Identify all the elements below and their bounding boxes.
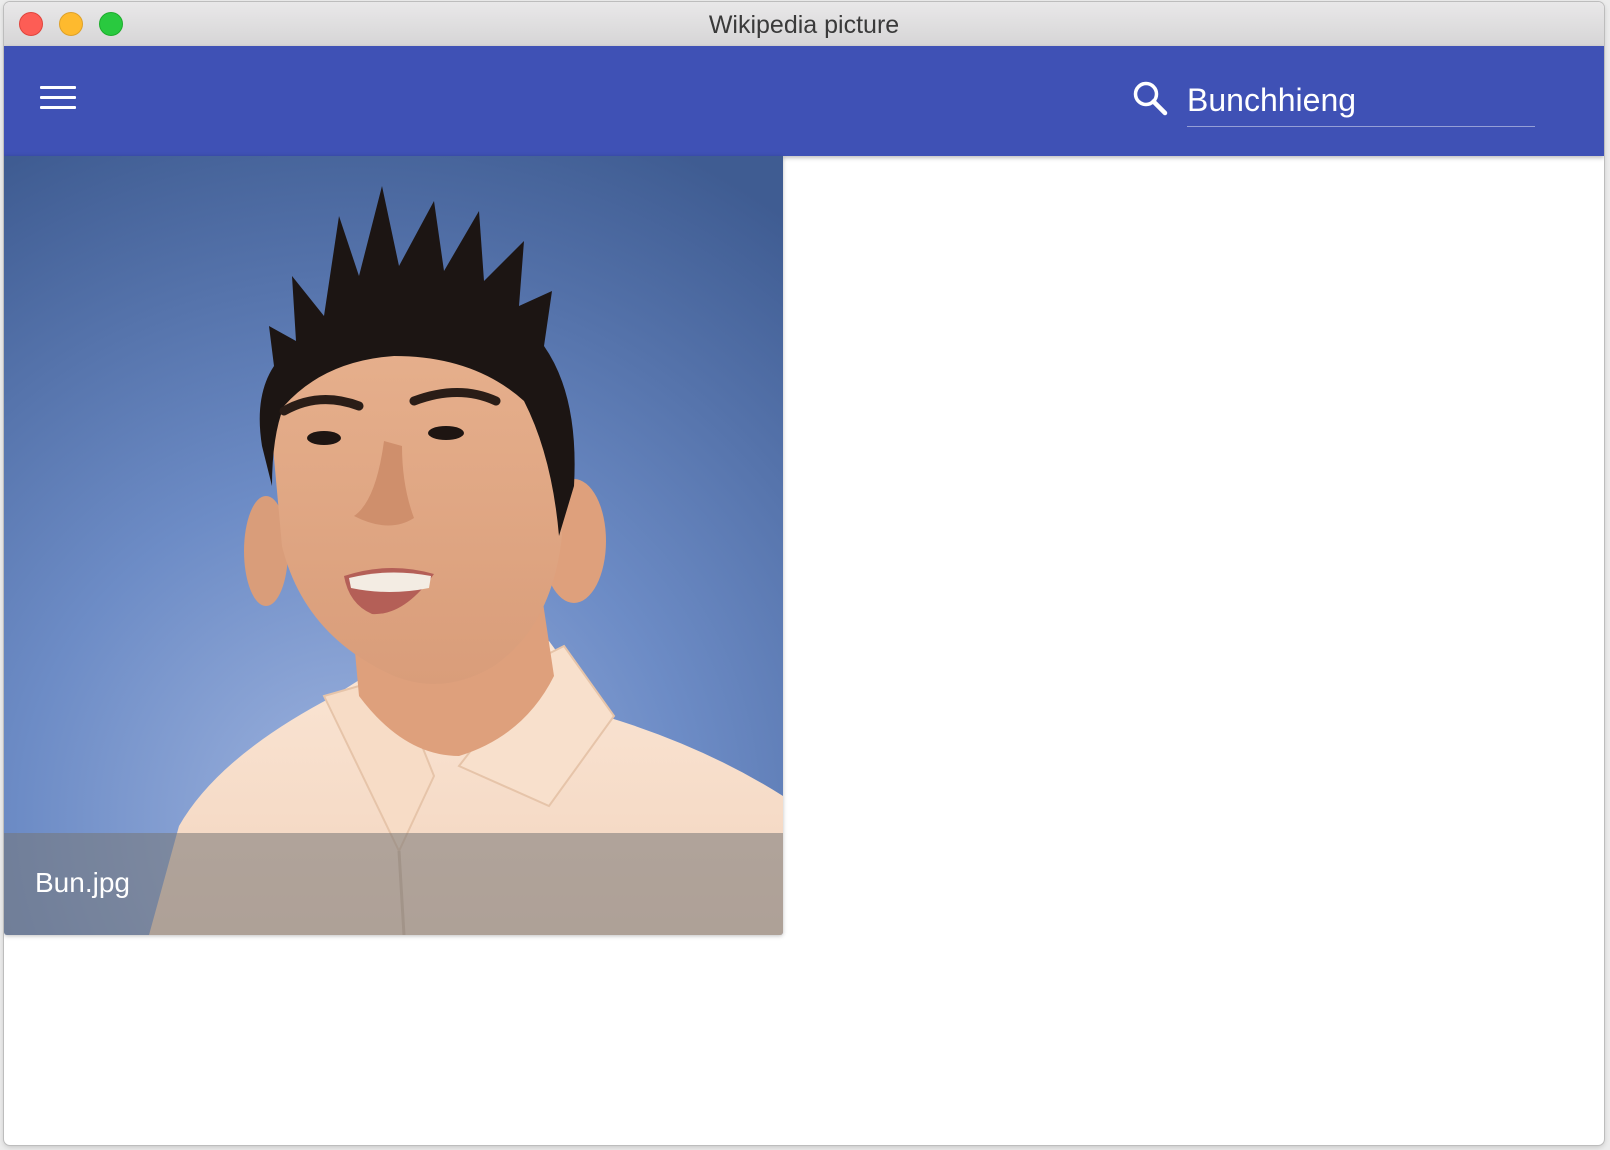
search-input[interactable] (1187, 76, 1535, 124)
search-icon[interactable] (1130, 78, 1170, 118)
image-caption: Bun.jpg (35, 867, 130, 898)
image-result-card[interactable]: Bun.jpg (4, 156, 783, 935)
window-titlebar: Wikipedia picture (4, 2, 1604, 47)
image-caption-bar: Bun.jpg (4, 833, 783, 935)
menu-button[interactable] (32, 76, 84, 120)
app-window: Wikipedia picture Bunchhieng Bun.jpg (4, 2, 1604, 1145)
app-toolbar (4, 46, 1604, 156)
search-field[interactable] (1187, 76, 1535, 127)
portrait-photo (4, 156, 783, 935)
window-title: Wikipedia picture (708, 11, 900, 39)
